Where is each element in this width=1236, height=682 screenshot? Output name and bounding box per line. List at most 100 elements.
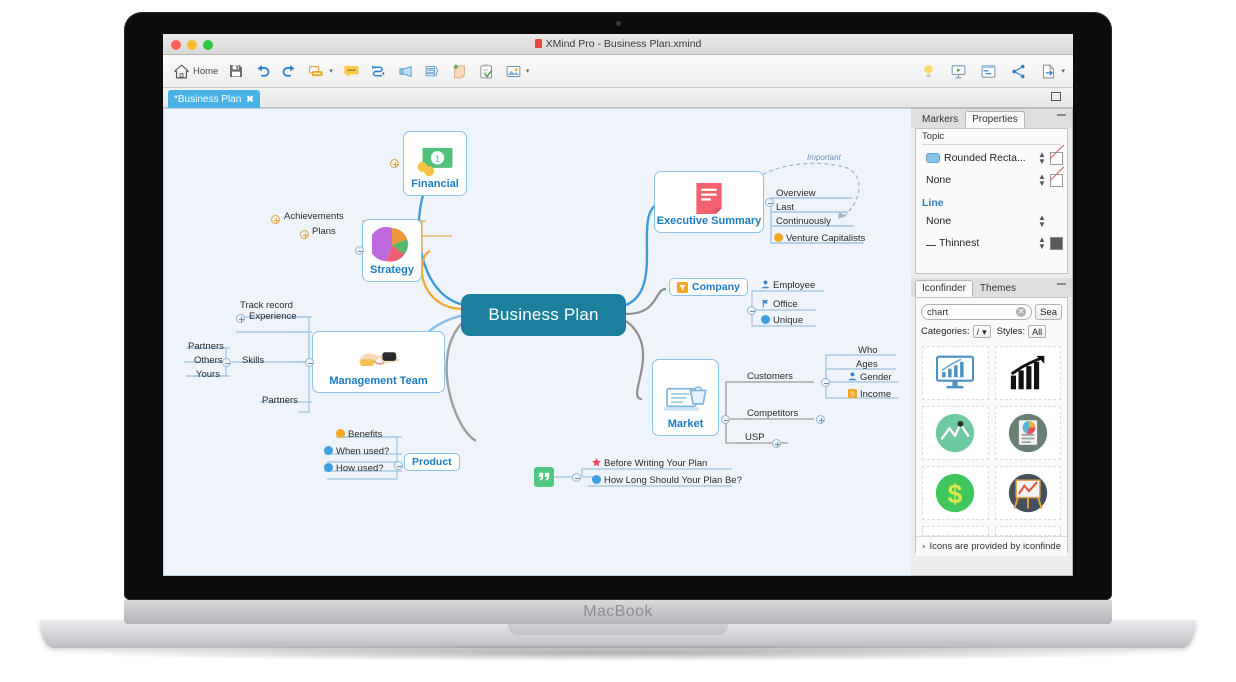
line-style-row[interactable]: None ▲ ▼ [916, 210, 1067, 232]
financial-expander[interactable] [390, 159, 399, 168]
product-expander[interactable] [394, 461, 403, 470]
icon-result-easel-chart[interactable] [994, 466, 1061, 520]
brainstorming-button[interactable] [916, 61, 941, 82]
subtopic-before-writing[interactable]: Before Writing Your Plan [592, 458, 707, 469]
add-comment-button[interactable] [339, 61, 364, 82]
restore-panel-icon[interactable] [1051, 92, 1061, 101]
subtopic-income[interactable]: S Income [848, 389, 891, 400]
exec-expander[interactable] [765, 198, 774, 207]
relationship-button[interactable] [366, 61, 391, 82]
market-expander[interactable] [721, 415, 730, 424]
styles-select[interactable]: All [1028, 325, 1047, 338]
topic-border-stepper-icon[interactable]: ▲ ▼ [1038, 173, 1046, 188]
subtopic-employee[interactable]: Employee [761, 280, 815, 291]
clear-search-icon[interactable]: ✕ [1016, 307, 1027, 317]
line-width-row[interactable]: Thinnest ▲ ▼ [916, 232, 1067, 254]
subtopic-continuously[interactable]: Continuously [776, 216, 831, 227]
topic-border-row[interactable]: None ▲ ▼ [916, 169, 1067, 191]
undo-button[interactable] [250, 61, 275, 82]
tab-themes[interactable]: Themes [973, 280, 1023, 297]
subtopic-how-long[interactable]: How Long Should Your Plan Be? [592, 475, 742, 486]
subtopic-competitors[interactable]: Competitors [747, 408, 798, 419]
icon-result-partial-2[interactable] [994, 526, 1061, 536]
insert-topic-caret-icon[interactable]: ▾ [329, 67, 333, 75]
icon-search-input[interactable]: chart ✕ [921, 304, 1033, 320]
icon-result-partial-1[interactable] [922, 526, 989, 536]
topic-quote[interactable] [534, 467, 554, 487]
topic-fill-swatch[interactable] [1050, 151, 1063, 165]
subtopic-venture-capitalists[interactable]: Venture Capitalists [774, 233, 865, 244]
subtopic-how-used[interactable]: How used? [324, 463, 384, 474]
line-style-stepper-icon[interactable]: ▲ ▼ [1038, 214, 1046, 229]
mindmap-canvas[interactable]: Business Plan 1 Financial Strategy Achie… [163, 108, 911, 576]
export-button[interactable]: ▾ [1036, 61, 1069, 82]
subtopic-who[interactable]: Who [858, 345, 878, 356]
icon-result-dollar-circle[interactable]: $ [922, 466, 989, 520]
task-info-button[interactable] [474, 61, 499, 82]
subtopic-benefits[interactable]: Benefits [336, 429, 382, 440]
boundary-button[interactable] [393, 61, 418, 82]
topic-management-team[interactable]: Management Team [312, 331, 445, 393]
line-width-stepper-icon[interactable]: ▲ ▼ [1038, 236, 1046, 251]
save-button[interactable] [224, 61, 248, 81]
icon-result-monitor-chart[interactable] [922, 346, 989, 400]
subtopic-gender[interactable]: Gender [848, 372, 892, 383]
insert-image-caret-icon[interactable]: ▾ [526, 67, 530, 75]
redo-button[interactable] [277, 61, 302, 82]
subtopic-unique[interactable]: Unique [761, 315, 803, 326]
topic-market[interactable]: Market [652, 359, 719, 436]
close-tab-icon[interactable]: ✖ [246, 90, 254, 108]
tab-properties[interactable]: Properties [965, 111, 1025, 128]
subtopic-overview[interactable]: Overview [776, 188, 816, 199]
topic-strategy[interactable]: Strategy [362, 219, 422, 282]
quote-expander[interactable] [572, 473, 581, 482]
iconfinder-collapse-icon[interactable] [1057, 283, 1066, 285]
customers-expander[interactable] [821, 378, 830, 387]
subtopic-partners-1[interactable]: Partners [188, 341, 224, 352]
icon-result-report-pie[interactable] [994, 406, 1061, 460]
subtopic-achievements[interactable]: Achievements [284, 211, 344, 222]
icon-result-line-chart-circle[interactable] [922, 406, 989, 460]
share-button[interactable] [1006, 61, 1031, 82]
subtopic-experience[interactable]: Experience [249, 311, 297, 322]
subtopic-last[interactable]: Last [776, 202, 794, 213]
subtopic-office[interactable]: Office [761, 299, 798, 310]
gantt-button[interactable] [976, 61, 1001, 82]
usp-expander[interactable] [772, 439, 781, 448]
skills-expander[interactable] [222, 358, 231, 367]
company-expander[interactable] [747, 306, 756, 315]
search-button[interactable]: Sea [1035, 304, 1062, 320]
topic-product[interactable]: Product [404, 453, 460, 471]
central-topic[interactable]: Business Plan [461, 294, 626, 336]
export-caret-icon[interactable]: ▾ [1061, 67, 1065, 75]
topic-shape-row[interactable]: Rounded Recta... ▲ ▼ [916, 147, 1067, 169]
topic-company[interactable]: Company [669, 278, 748, 296]
insert-topic-button[interactable]: ▾ [304, 61, 337, 82]
subtopic-usp[interactable]: USP [745, 432, 765, 443]
icon-result-growth-bars[interactable] [994, 346, 1061, 400]
subtopic-skills[interactable]: Skills [242, 355, 264, 366]
home-button[interactable]: Home [169, 61, 222, 82]
line-color-swatch[interactable] [1050, 236, 1063, 250]
insert-image-button[interactable]: ▾ [501, 61, 534, 82]
achievements-expander[interactable] [271, 215, 280, 224]
management-expander[interactable] [305, 358, 314, 367]
subtopic-others[interactable]: Others [194, 355, 223, 366]
subtopic-customers[interactable]: Customers [747, 371, 793, 382]
presentation-button[interactable] [946, 61, 971, 82]
topic-border-swatch[interactable] [1050, 173, 1063, 187]
experience-expander[interactable] [236, 314, 245, 323]
subtopic-ages[interactable]: Ages [856, 359, 878, 370]
categories-select[interactable]: / ▾ [972, 325, 991, 338]
properties-collapse-icon[interactable] [1057, 114, 1066, 116]
notes-button[interactable] [447, 61, 472, 82]
tab-iconfinder[interactable]: Iconfinder [915, 280, 973, 297]
topic-executive-summary[interactable]: Executive Summary [654, 171, 764, 233]
subtopic-yours[interactable]: Yours [196, 369, 220, 380]
strategy-expander[interactable] [355, 246, 364, 255]
competitors-expander[interactable] [816, 415, 825, 424]
subtopic-partners-2[interactable]: Partners [262, 395, 298, 406]
document-tab-business-plan[interactable]: *Business Plan ✖ [168, 90, 260, 108]
topic-financial[interactable]: 1 Financial [403, 131, 467, 196]
plans-expander[interactable] [300, 230, 309, 239]
